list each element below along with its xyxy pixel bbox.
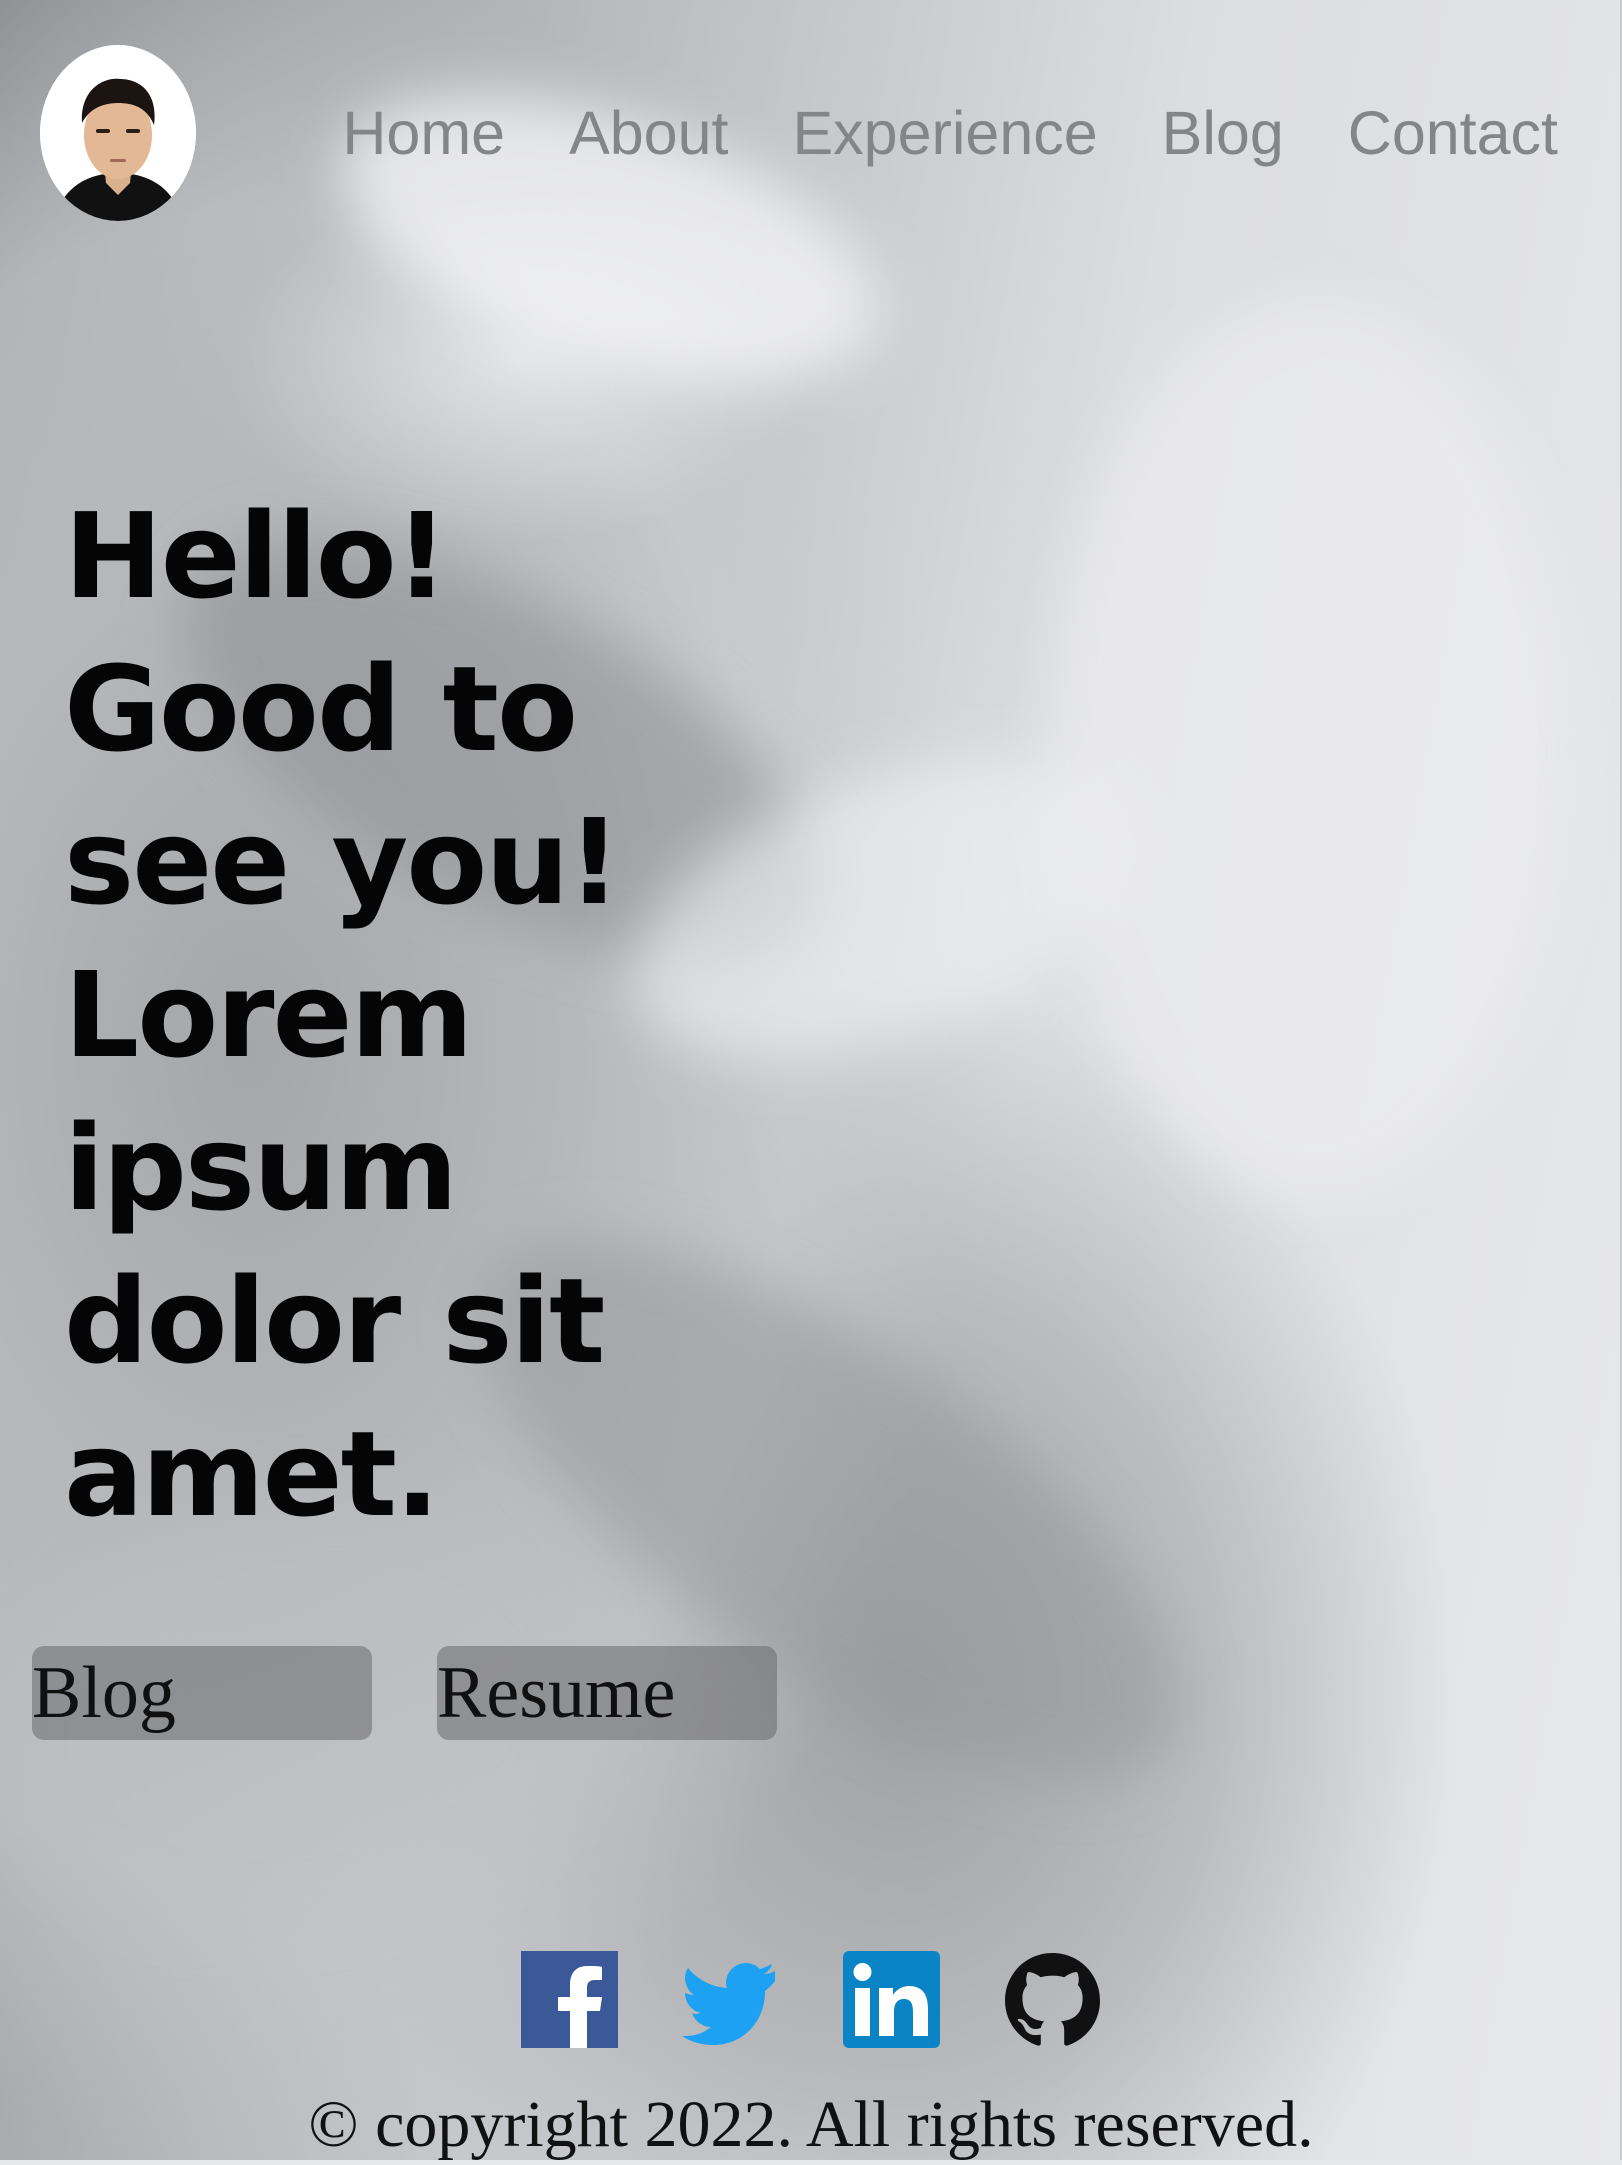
hero-line: amet.: [64, 1405, 440, 1543]
avatar[interactable]: [40, 45, 196, 221]
hero-line: see you!: [64, 793, 621, 931]
nav-link-blog[interactable]: Blog: [1162, 98, 1284, 168]
nav-menu: Home About Experience Blog Contact: [342, 98, 1558, 168]
social-links: [521, 1951, 1101, 2048]
footer-copyright: © copyright 2022. All rights reserved.: [308, 2088, 1314, 2161]
facebook-icon[interactable]: [521, 1951, 618, 2048]
hero-line: ipsum: [64, 1099, 458, 1237]
nav-link-about[interactable]: About: [569, 98, 728, 168]
top-navigation: Home About Experience Blog Contact: [0, 0, 1622, 260]
nav-link-contact[interactable]: Contact: [1348, 98, 1558, 168]
hero-line: Good to: [64, 640, 578, 778]
hero-line: Hello!: [64, 487, 449, 625]
linkedin-icon[interactable]: [843, 1951, 940, 2048]
nav-link-experience[interactable]: Experience: [792, 98, 1097, 168]
hero-heading: Hello! Good to see you! Lorem ipsum dolo…: [64, 480, 684, 1551]
avatar-photo-icon: [40, 45, 196, 221]
twitter-icon[interactable]: [682, 1951, 779, 2048]
hero-line: dolor sit: [64, 1252, 605, 1390]
nav-link-home[interactable]: Home: [342, 98, 505, 168]
blog-button[interactable]: Blog: [32, 1646, 372, 1740]
resume-button[interactable]: Resume: [437, 1646, 777, 1740]
github-icon[interactable]: [1004, 1951, 1101, 2048]
hero-line: Lorem: [64, 946, 473, 1084]
